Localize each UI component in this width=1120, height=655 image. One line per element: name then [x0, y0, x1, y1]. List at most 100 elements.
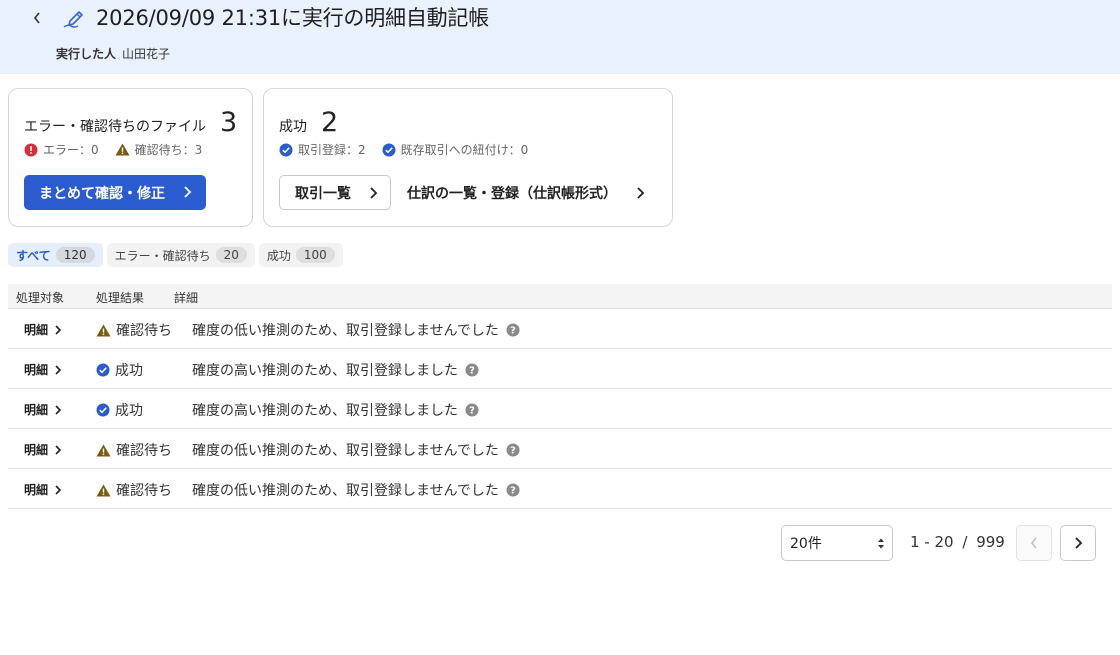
row-result: 確認待ち	[96, 320, 172, 340]
table-row: 明細 成功 確度の高い推測のため、取引登録しました?	[8, 389, 1112, 429]
check-circle-icon	[96, 363, 110, 377]
chevron-right-icon	[55, 444, 62, 455]
svg-text:?: ?	[469, 366, 475, 377]
transactions-list-label: 取引一覧	[295, 185, 351, 202]
svg-text:?: ?	[510, 326, 516, 337]
journal-list-link[interactable]: 仕訳の一覧・登録（仕訳帳形式）	[407, 175, 645, 210]
warning-icon	[115, 143, 130, 156]
linked-stat-text: 既存取引への紐付け：0	[400, 143, 529, 157]
per-page-select[interactable]: 20件	[781, 525, 893, 561]
success-summary-card: 成功 2 取引登録：2 既存取引への紐付け：0 取引一覧 仕訳の一覧・登録（仕訳…	[263, 88, 673, 227]
row-detail: 確度の高い推測のため、取引登録しました?	[192, 360, 479, 380]
column-header-target: 処理対象	[16, 291, 65, 305]
help-icon[interactable]: ?	[465, 363, 479, 377]
warning-icon	[96, 484, 111, 496]
row-result-text: 確認待ち	[116, 323, 172, 339]
chevron-left-icon	[33, 12, 40, 24]
executor-label: 実行した人	[56, 47, 117, 61]
bulk-review-button[interactable]: まとめて確認・修正	[24, 175, 206, 210]
pending-summary-card: エラー・確認待ちのファイル 3 エラー：0 確認待ち：3 まとめて確認・修正	[8, 88, 253, 227]
error-stat-text: エラー：0	[43, 143, 99, 157]
row-detail: 確度の低い推測のため、取引登録しませんでした?	[192, 320, 520, 340]
row-result-text: 成功	[115, 403, 143, 419]
pending-card-heading: エラー・確認待ちのファイル 3	[24, 108, 237, 138]
row-target-label: 明細	[24, 363, 49, 377]
column-header-result: 処理結果	[96, 291, 145, 305]
row-target-link[interactable]: 明細	[24, 401, 62, 418]
row-target-link[interactable]: 明細	[24, 361, 62, 378]
pending-stat-text: 確認待ち：3	[134, 143, 203, 157]
chevron-right-icon	[184, 186, 192, 198]
journal-list-label: 仕訳の一覧・登録（仕訳帳形式）	[407, 185, 617, 202]
row-detail-text: 確度の低い推測のため、取引登録しませんでした	[192, 323, 499, 339]
registered-stat-text: 取引登録：2	[298, 143, 366, 157]
chevron-right-icon	[55, 364, 62, 375]
column-header-detail: 詳細	[174, 291, 199, 305]
help-icon[interactable]: ?	[465, 403, 479, 417]
row-result: 確認待ち	[96, 480, 172, 500]
auto-book-pen-icon	[63, 11, 83, 28]
row-target-link[interactable]: 明細	[24, 321, 62, 338]
row-detail-text: 確度の低い推測のため、取引登録しませんでした	[192, 483, 499, 499]
chevron-right-icon	[370, 187, 378, 199]
chevron-left-icon	[1030, 537, 1037, 549]
row-detail-text: 確度の高い推測のため、取引登録しました	[192, 363, 458, 379]
row-result: 成功	[96, 400, 143, 420]
warning-icon	[96, 444, 111, 456]
row-result-text: 確認待ち	[116, 483, 172, 499]
pending-stat: 確認待ち：3	[115, 141, 203, 158]
bulk-review-label: まとめて確認・修正	[39, 185, 165, 202]
page-title: 2026/09/09 21:31に実行の明細自動記帳	[96, 6, 490, 30]
page-separator: /	[962, 533, 968, 551]
pending-card-stats: エラー：0 確認待ち：3	[24, 141, 218, 158]
tab-success[interactable]: 成功 100	[258, 243, 343, 267]
page-total: 999	[976, 533, 1005, 551]
pending-card-count: 3	[220, 107, 238, 138]
chevron-right-icon	[637, 186, 645, 199]
per-page-value: 20件	[790, 536, 822, 552]
tab-success-count: 100	[295, 247, 335, 263]
row-target-label: 明細	[24, 483, 49, 497]
tab-error-pending-count: 20	[215, 247, 247, 263]
chevron-right-icon	[55, 484, 62, 495]
error-icon	[24, 143, 38, 156]
table-header: 処理対象 処理結果 詳細	[8, 284, 1112, 309]
chevron-right-icon	[1075, 537, 1083, 549]
page-range-info: 1 - 20 / 999	[910, 533, 1005, 551]
back-button[interactable]	[26, 6, 48, 30]
row-target-label: 明細	[24, 323, 49, 337]
tab-all-label: すべて	[16, 248, 51, 263]
help-icon[interactable]: ?	[506, 323, 520, 337]
updown-arrows-icon	[878, 538, 884, 549]
svg-text:?: ?	[469, 406, 475, 417]
row-detail: 確度の低い推測のため、取引登録しませんでした?	[192, 480, 520, 500]
chevron-right-icon	[55, 404, 62, 415]
pending-card-label: エラー・確認待ちのファイル	[24, 119, 206, 135]
row-result: 確認待ち	[96, 440, 172, 460]
table-row: 明細 成功 確度の高い推測のため、取引登録しました?	[8, 349, 1112, 389]
row-target-link[interactable]: 明細	[24, 441, 62, 458]
check-circle-icon	[382, 143, 396, 156]
success-card-heading: 成功 2	[279, 108, 338, 138]
transactions-list-button[interactable]: 取引一覧	[279, 175, 391, 210]
table-row: 明細 確認待ち 確度の低い推測のため、取引登録しませんでした?	[8, 469, 1112, 509]
row-detail-text: 確度の低い推測のため、取引登録しませんでした	[192, 443, 499, 459]
svg-text:?: ?	[510, 486, 516, 497]
row-detail: 確度の高い推測のため、取引登録しました?	[192, 400, 479, 420]
tab-error-pending-label: エラー・確認待ち	[114, 248, 211, 263]
success-card-stats: 取引登録：2 既存取引への紐付け：0	[279, 141, 544, 158]
filter-tabs: すべて 120 エラー・確認待ち 20 成功 100	[8, 243, 347, 267]
linked-stat: 既存取引への紐付け：0	[382, 141, 529, 158]
registered-stat: 取引登録：2	[279, 141, 366, 158]
tab-all[interactable]: すべて 120	[8, 243, 103, 267]
tab-error-pending[interactable]: エラー・確認待ち 20	[106, 243, 255, 267]
success-card-count: 2	[321, 107, 339, 138]
check-circle-icon	[279, 143, 293, 156]
help-icon[interactable]: ?	[506, 443, 520, 457]
row-target-link[interactable]: 明細	[24, 481, 62, 498]
help-icon[interactable]: ?	[506, 483, 520, 497]
tab-all-count: 120	[55, 247, 95, 263]
row-target-label: 明細	[24, 403, 49, 417]
previous-page-button[interactable]	[1016, 525, 1052, 561]
next-page-button[interactable]	[1060, 525, 1096, 561]
